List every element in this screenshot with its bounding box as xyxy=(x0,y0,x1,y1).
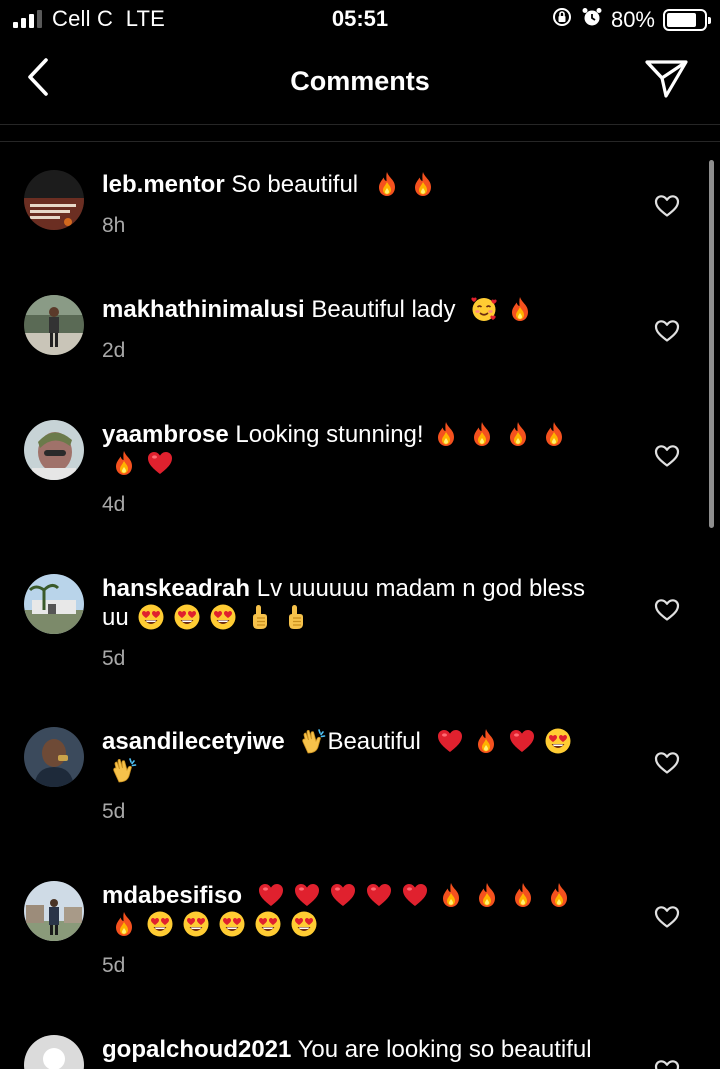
comment-text: hanskeadrah Lv uuuuuu madam n god bless … xyxy=(102,574,602,632)
avatar[interactable] xyxy=(24,574,84,634)
heart-outline-icon xyxy=(654,752,680,774)
comment-body-text: Beautiful lady xyxy=(304,296,463,323)
fire-emoji xyxy=(373,170,401,198)
heart-eyes-emoji xyxy=(544,727,572,755)
caption-divider xyxy=(0,141,720,142)
comment-time: 5d xyxy=(102,800,126,823)
like-button[interactable] xyxy=(654,1059,680,1069)
back-button[interactable] xyxy=(22,56,58,100)
comment-body-text xyxy=(285,728,292,755)
like-button[interactable] xyxy=(654,598,680,622)
clap-emoji xyxy=(299,727,327,755)
heart-eyes-emoji xyxy=(209,603,237,631)
comment-username[interactable]: yaambrose xyxy=(102,421,229,448)
fire-emoji xyxy=(545,881,573,909)
comment-username[interactable]: hanskeadrah xyxy=(102,575,250,602)
red-heart-emoji xyxy=(293,881,321,909)
like-button[interactable] xyxy=(654,194,680,218)
orientation-lock-icon xyxy=(551,6,573,34)
nav-bar: Comments xyxy=(0,44,720,124)
fire-emoji xyxy=(473,881,501,909)
heart-eyes-emoji xyxy=(182,910,210,938)
fire-emoji xyxy=(472,727,500,755)
fire-emoji xyxy=(432,420,460,448)
comment-body-text: You are looking so beautiful xyxy=(291,1036,592,1063)
fire-emoji xyxy=(468,420,496,448)
comment-body-text xyxy=(242,882,249,909)
alarm-icon xyxy=(581,6,603,34)
comment-body-text: Beautiful xyxy=(327,728,428,755)
smiling-hearts-emoji xyxy=(470,295,498,323)
comment-text: leb.mentor So beautiful xyxy=(102,170,602,199)
avatar[interactable] xyxy=(24,170,84,230)
fire-emoji xyxy=(506,295,534,323)
red-heart-emoji xyxy=(401,881,429,909)
like-button[interactable] xyxy=(654,444,680,468)
fire-emoji xyxy=(409,170,437,198)
red-heart-emoji xyxy=(146,449,174,477)
avatar[interactable] xyxy=(24,881,84,941)
share-button[interactable] xyxy=(644,58,690,100)
comment-username[interactable]: asandilecetyiwe xyxy=(102,728,285,755)
heart-outline-icon xyxy=(654,599,680,621)
heart-outline-icon xyxy=(654,445,680,467)
comment-time: 5d xyxy=(102,954,126,977)
comment-time: 2d xyxy=(102,339,126,362)
comment-username[interactable]: makhathinimalusi xyxy=(102,296,305,323)
comment-text: mdabesifiso xyxy=(102,881,602,939)
fire-emoji xyxy=(110,449,138,477)
comment-text: yaambrose Looking stunning! xyxy=(102,420,602,478)
comment-body-text: Looking stunning! xyxy=(228,421,424,448)
avatar[interactable] xyxy=(24,1035,84,1069)
red-heart-emoji xyxy=(257,881,285,909)
comment-time: 8h xyxy=(102,214,126,237)
clap-emoji xyxy=(110,756,138,784)
like-button[interactable] xyxy=(654,905,680,929)
fire-emoji xyxy=(110,910,138,938)
red-heart-emoji xyxy=(508,727,536,755)
red-heart-emoji xyxy=(329,881,357,909)
heart-eyes-emoji xyxy=(218,910,246,938)
chevron-left-icon xyxy=(28,58,48,96)
page-title: Comments xyxy=(290,66,430,96)
heart-eyes-emoji xyxy=(146,910,174,938)
like-button[interactable] xyxy=(654,319,680,343)
comment-username[interactable]: leb.mentor xyxy=(102,171,225,198)
comment-username[interactable]: gopalchoud2021 xyxy=(102,1036,291,1063)
heart-outline-icon xyxy=(654,320,680,342)
comment-text: asandilecetyiwe Beautiful xyxy=(102,727,602,785)
avatar[interactable] xyxy=(24,420,84,480)
status-bar: Cell C LTE 05:51 80% xyxy=(0,0,720,40)
avatar[interactable] xyxy=(24,295,84,355)
heart-eyes-emoji xyxy=(290,910,318,938)
comment-text: gopalchoud2021 You are looking so beauti… xyxy=(102,1035,602,1064)
comment-time: 5d xyxy=(102,647,126,670)
fire-emoji xyxy=(504,420,532,448)
point-up-emoji xyxy=(245,603,273,631)
point-up-emoji xyxy=(281,603,309,631)
red-heart-emoji xyxy=(436,727,464,755)
like-button[interactable] xyxy=(654,751,680,775)
heart-outline-icon xyxy=(654,906,680,928)
heart-outline-icon xyxy=(654,195,680,217)
fire-emoji xyxy=(509,881,537,909)
heart-eyes-emoji xyxy=(254,910,282,938)
heart-outline-icon xyxy=(654,1060,680,1069)
comment-time: 4d xyxy=(102,493,126,516)
battery-percent: 80% xyxy=(610,7,655,32)
comment-username[interactable]: mdabesifiso xyxy=(102,882,242,909)
paper-plane-icon xyxy=(645,60,688,98)
fire-emoji xyxy=(437,881,465,909)
avatar[interactable] xyxy=(24,727,84,787)
scrollbar[interactable] xyxy=(709,160,714,528)
red-heart-emoji xyxy=(365,881,393,909)
nav-divider xyxy=(0,124,720,125)
comment-body-text: So beautiful xyxy=(224,171,365,198)
comments-screen: Cell C LTE 05:51 80% Comments leb.mentor… xyxy=(0,0,720,1069)
comment-text: makhathinimalusi Beautiful lady xyxy=(102,295,602,324)
heart-eyes-emoji xyxy=(137,603,165,631)
fire-emoji xyxy=(540,420,568,448)
battery-icon xyxy=(663,9,711,31)
heart-eyes-emoji xyxy=(173,603,201,631)
